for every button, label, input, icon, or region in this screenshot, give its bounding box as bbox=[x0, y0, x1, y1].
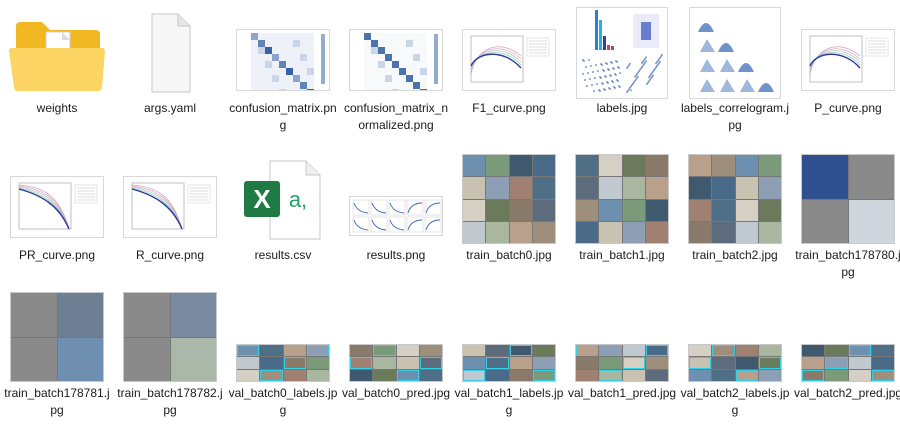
file-name: val_batch2_pred.jpg bbox=[793, 386, 900, 400]
image-thumbnail bbox=[115, 293, 225, 381]
svg-text:a,: a, bbox=[289, 187, 307, 212]
file-name: P_curve.png bbox=[814, 101, 882, 115]
file-name: confusion_matrix.png bbox=[229, 101, 337, 132]
image-thumbnail bbox=[115, 155, 225, 243]
file-name: val_batch0_pred.jpg bbox=[341, 386, 451, 400]
image-thumbnail bbox=[228, 8, 338, 96]
file-name: labels_correlogram.jpg bbox=[680, 101, 790, 132]
folder-icon bbox=[2, 8, 112, 96]
file-name: train_batch2.jpg bbox=[692, 248, 778, 262]
file-item[interactable]: val_batch1_labels.jpg bbox=[454, 293, 564, 433]
file-name: val_batch1_pred.jpg bbox=[567, 386, 677, 400]
image-thumbnail bbox=[680, 8, 790, 98]
file-item[interactable]: X a, results.csv bbox=[228, 155, 338, 295]
image-thumbnail bbox=[793, 8, 900, 96]
image-thumbnail bbox=[454, 8, 564, 96]
image-thumbnail bbox=[341, 155, 451, 243]
file-item[interactable]: val_batch0_labels.jpg bbox=[228, 293, 338, 433]
file-name: R_curve.png bbox=[135, 248, 205, 262]
file-item[interactable]: R_curve.png bbox=[115, 155, 225, 295]
image-thumbnail bbox=[341, 8, 451, 96]
file-name: PR_curve.png bbox=[18, 248, 96, 262]
image-thumbnail bbox=[567, 293, 677, 381]
file-item[interactable]: val_batch0_pred.jpg bbox=[341, 293, 451, 433]
file-item[interactable]: labels_correlogram.jpg bbox=[680, 8, 790, 148]
image-thumbnail bbox=[793, 293, 900, 381]
file-name: train_batch178782.jpg bbox=[117, 386, 223, 417]
file-name: weights bbox=[36, 101, 78, 115]
file-item[interactable]: P_curve.png bbox=[793, 8, 900, 148]
file-name: train_batch1.jpg bbox=[579, 248, 665, 262]
file-item[interactable]: weights bbox=[2, 8, 112, 148]
file-name: val_batch1_labels.jpg bbox=[454, 386, 564, 417]
file-item[interactable]: confusion_matrix.png bbox=[228, 8, 338, 148]
image-thumbnail bbox=[2, 155, 112, 243]
svg-text:X: X bbox=[253, 184, 271, 214]
image-thumbnail bbox=[793, 155, 900, 243]
image-thumbnail bbox=[680, 293, 790, 381]
file-item[interactable]: train_batch2.jpg bbox=[680, 155, 790, 295]
file-name: F1_curve.png bbox=[472, 101, 546, 115]
file-item[interactable]: val_batch1_pred.jpg bbox=[567, 293, 677, 433]
file-name: train_batch0.jpg bbox=[466, 248, 552, 262]
image-thumbnail bbox=[2, 293, 112, 381]
file-name: results.png bbox=[366, 248, 426, 262]
file-item[interactable]: results.png bbox=[341, 155, 451, 295]
file-name: results.csv bbox=[254, 248, 312, 262]
excel-icon: X a, bbox=[228, 155, 338, 243]
file-item[interactable]: train_batch178781.jpg bbox=[2, 293, 112, 433]
file-name: train_batch178780.jpg bbox=[795, 248, 900, 279]
file-item[interactable]: train_batch1.jpg bbox=[567, 155, 677, 295]
file-item[interactable]: PR_curve.png bbox=[2, 155, 112, 295]
file-item[interactable]: val_batch2_labels.jpg bbox=[680, 293, 790, 433]
file-name: val_batch2_labels.jpg bbox=[680, 386, 790, 417]
file-name: train_batch178781.jpg bbox=[4, 386, 110, 417]
file-name: val_batch0_labels.jpg bbox=[228, 386, 338, 417]
file-item[interactable]: train_batch178780.jpg bbox=[793, 155, 900, 295]
image-thumbnail bbox=[680, 155, 790, 243]
image-thumbnail bbox=[341, 293, 451, 381]
file-item[interactable]: labels.jpg bbox=[567, 8, 677, 148]
file-name: labels.jpg bbox=[596, 101, 648, 115]
file-item[interactable]: confusion_matrix_normalized.png bbox=[341, 8, 451, 148]
file-item[interactable]: F1_curve.png bbox=[454, 8, 564, 148]
document-icon bbox=[115, 8, 225, 96]
file-name: args.yaml bbox=[143, 101, 196, 115]
image-thumbnail bbox=[454, 293, 564, 381]
image-thumbnail bbox=[567, 8, 677, 98]
file-item[interactable]: train_batch178782.jpg bbox=[115, 293, 225, 433]
image-thumbnail bbox=[454, 155, 564, 243]
file-item[interactable]: train_batch0.jpg bbox=[454, 155, 564, 295]
file-name: confusion_matrix_normalized.png bbox=[343, 101, 449, 132]
image-thumbnail bbox=[567, 155, 677, 243]
image-thumbnail bbox=[228, 293, 338, 381]
file-item[interactable]: args.yaml bbox=[115, 8, 225, 148]
file-item[interactable]: val_batch2_pred.jpg bbox=[793, 293, 900, 433]
